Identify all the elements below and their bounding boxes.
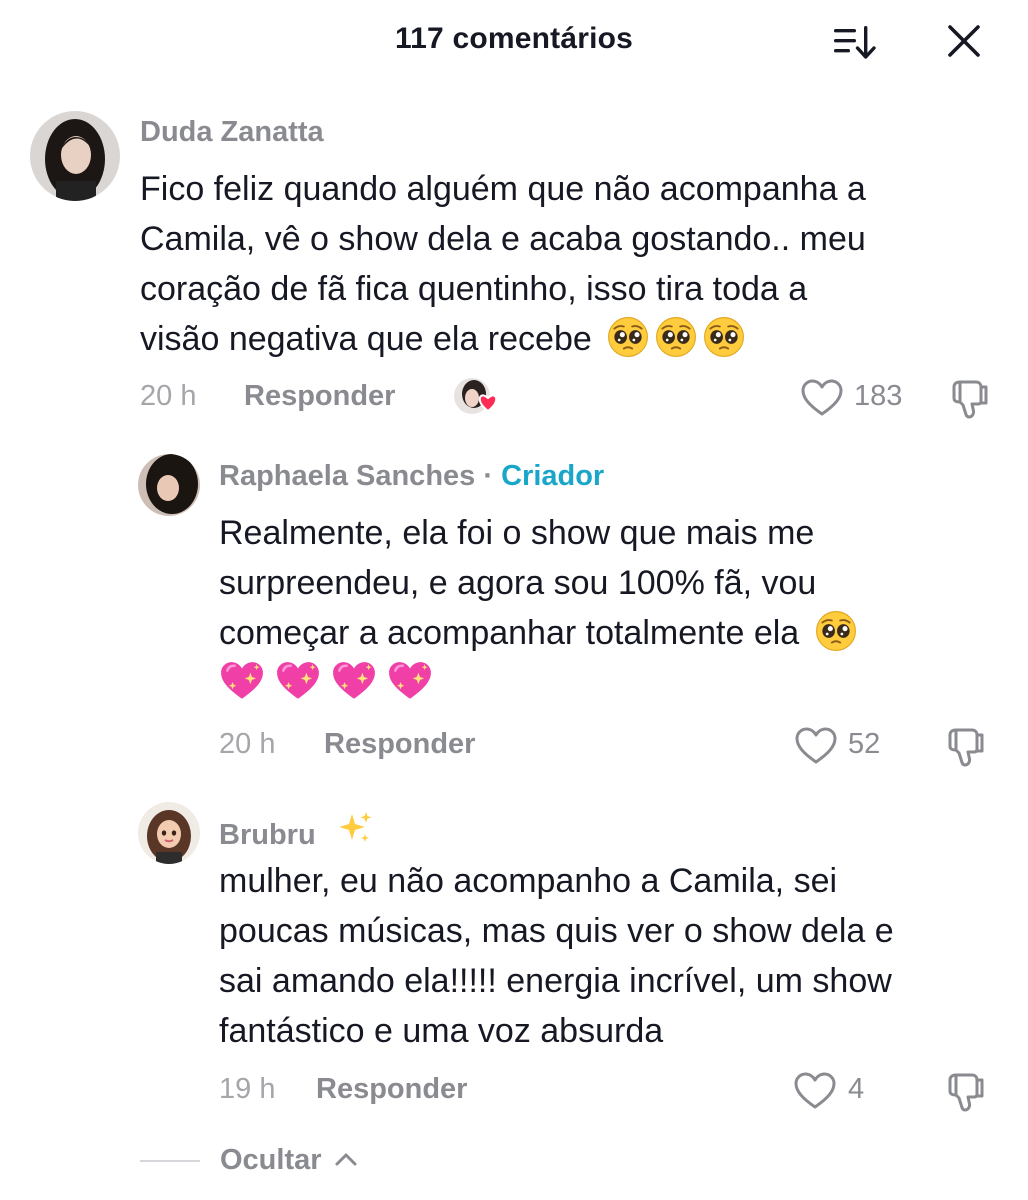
comment-line: Camila, vê o show dela e acaba gostando.…	[140, 220, 866, 258]
comment-timestamp: 20 h	[219, 728, 276, 760]
like-count: 183	[854, 380, 903, 412]
heart-outline-icon[interactable]	[794, 726, 838, 766]
avatar[interactable]	[138, 454, 200, 516]
comment-username: Brubru	[219, 810, 374, 852]
username-text[interactable]: Raphaela Sanches	[219, 460, 475, 492]
reply-button[interactable]: Responder	[244, 380, 395, 413]
heart-outline-icon[interactable]	[800, 378, 844, 418]
comment-username[interactable]: Duda Zanatta	[140, 116, 324, 149]
separator-dot: ·	[483, 460, 494, 492]
avatar[interactable]	[30, 111, 120, 201]
creator-liked-badge	[452, 376, 500, 418]
comment-line: coração de fã fica quentinho, isso tira …	[140, 270, 808, 308]
reply-button[interactable]: Responder	[316, 1073, 467, 1106]
creator-badge: Criador	[501, 460, 605, 492]
comments-header: 117 comentários	[0, 0, 1028, 84]
thumbs-down-icon[interactable]	[942, 1069, 986, 1113]
sparkles-icon	[338, 812, 372, 842]
close-icon[interactable]	[940, 20, 988, 64]
divider	[140, 1160, 200, 1162]
comment-line: surpreendeu, e agora sou 100% fã, vou	[219, 564, 817, 602]
comment-line: sai amando ela!!!!! energia incrível, um…	[219, 962, 892, 1000]
sparkling-heart-icon	[387, 660, 433, 702]
comment-line: visão negativa que ela recebe	[140, 320, 592, 358]
pleading-face-icon	[815, 610, 857, 652]
comment-line: Realmente, ela foi o show que mais me	[219, 514, 815, 552]
pleading-face-icon	[607, 316, 649, 358]
username-text[interactable]: Brubru	[219, 819, 316, 851]
comment-line: começar a acompanhar totalmente ela	[219, 614, 800, 652]
heart-outline-icon[interactable]	[793, 1071, 837, 1111]
comment-line-with-emoji: visão negativa que ela recebe	[140, 314, 866, 364]
comment-line: poucas músicas, mas quis ver o show dela…	[219, 912, 894, 950]
like-count: 52	[848, 728, 881, 760]
sparkling-heart-icon	[275, 660, 321, 702]
emoji-row	[219, 658, 857, 708]
sort-icon[interactable]	[830, 20, 880, 64]
pleading-face-icon	[703, 316, 745, 358]
chevron-up-icon	[335, 1153, 357, 1166]
sparkling-heart-icon	[219, 660, 265, 702]
pleading-face-icon	[655, 316, 697, 358]
comment-timestamp: 19 h	[219, 1073, 276, 1105]
comment-timestamp: 20 h	[140, 380, 197, 412]
avatar[interactable]	[138, 802, 200, 864]
username-text[interactable]: Duda Zanatta	[140, 116, 324, 148]
reply-button[interactable]: Responder	[324, 728, 475, 761]
hide-replies-button[interactable]: Ocultar	[220, 1144, 358, 1177]
like-count: 4	[848, 1073, 865, 1105]
comment-line-with-emoji: começar a acompanhar totalmente ela	[219, 608, 857, 658]
thumbs-down-icon[interactable]	[942, 724, 986, 768]
comment-text: Fico feliz quando alguém que não acompan…	[140, 164, 866, 364]
comment-text: Realmente, ela foi o show que mais me su…	[219, 508, 857, 708]
comment-line: fantástico e uma voz absurda	[219, 1012, 664, 1050]
comment-line: mulher, eu não acompanho a Camila, sei	[219, 862, 838, 900]
sparkling-heart-icon	[331, 660, 377, 702]
thumbs-down-icon[interactable]	[946, 376, 990, 420]
comment-line: Fico feliz quando alguém que não acompan…	[140, 170, 866, 208]
comment-text: mulher, eu não acompanho a Camila, sei p…	[219, 856, 894, 1056]
hide-replies-label[interactable]: Ocultar	[220, 1144, 322, 1176]
comment-username: Raphaela Sanches · Criador	[219, 460, 604, 493]
